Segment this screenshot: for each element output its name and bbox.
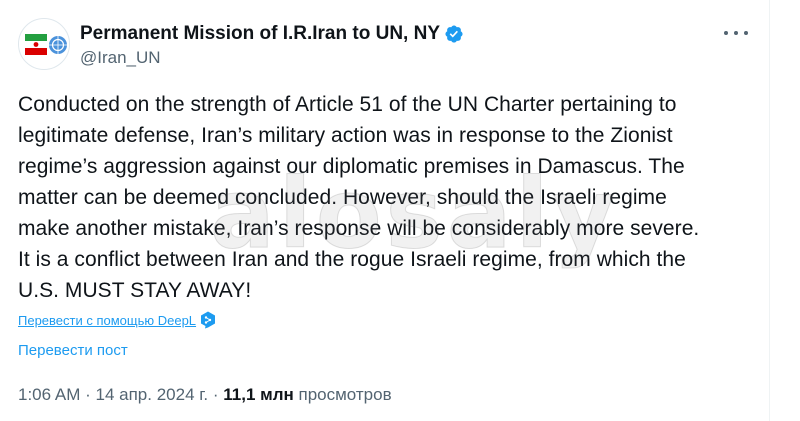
translate-deepl-label: Перевести с помощью DeepL [18,312,197,328]
flag-avatar-icon [19,19,69,69]
display-name[interactable]: Permanent Mission of I.R.Iran to UN, NY [80,23,440,45]
tweet-time[interactable]: 1:06 AM [18,385,80,404]
meta-separator: · [212,385,219,404]
tweet-meta: 1:06 AM · 14 апр. 2024 г. · 11,1 млн про… [18,385,392,405]
tweet-card: Permanent Mission of I.R.Iran to UN, NY … [0,0,770,421]
tweet-header: Permanent Mission of I.R.Iran to UN, NY … [18,18,748,72]
name-row: Permanent Mission of I.R.Iran to UN, NY [80,22,464,46]
verified-badge-icon [445,25,463,43]
more-options-icon[interactable] [724,24,748,42]
views-count: 11,1 млн [223,385,294,404]
translate-post-link[interactable]: Перевести пост [18,342,128,359]
tweet-text: Conducted on the strength of Article 51 … [18,93,700,302]
avatar[interactable] [18,18,70,70]
views-label: просмотров [298,385,392,404]
meta-separator: · [85,385,91,404]
deepl-icon [201,311,216,329]
translate-deepl-link[interactable]: Перевести с помощью DeepL [18,311,216,329]
user-handle[interactable]: @Iran_UN [80,48,161,68]
tweet-date[interactable]: 14 апр. 2024 г. [96,385,209,404]
